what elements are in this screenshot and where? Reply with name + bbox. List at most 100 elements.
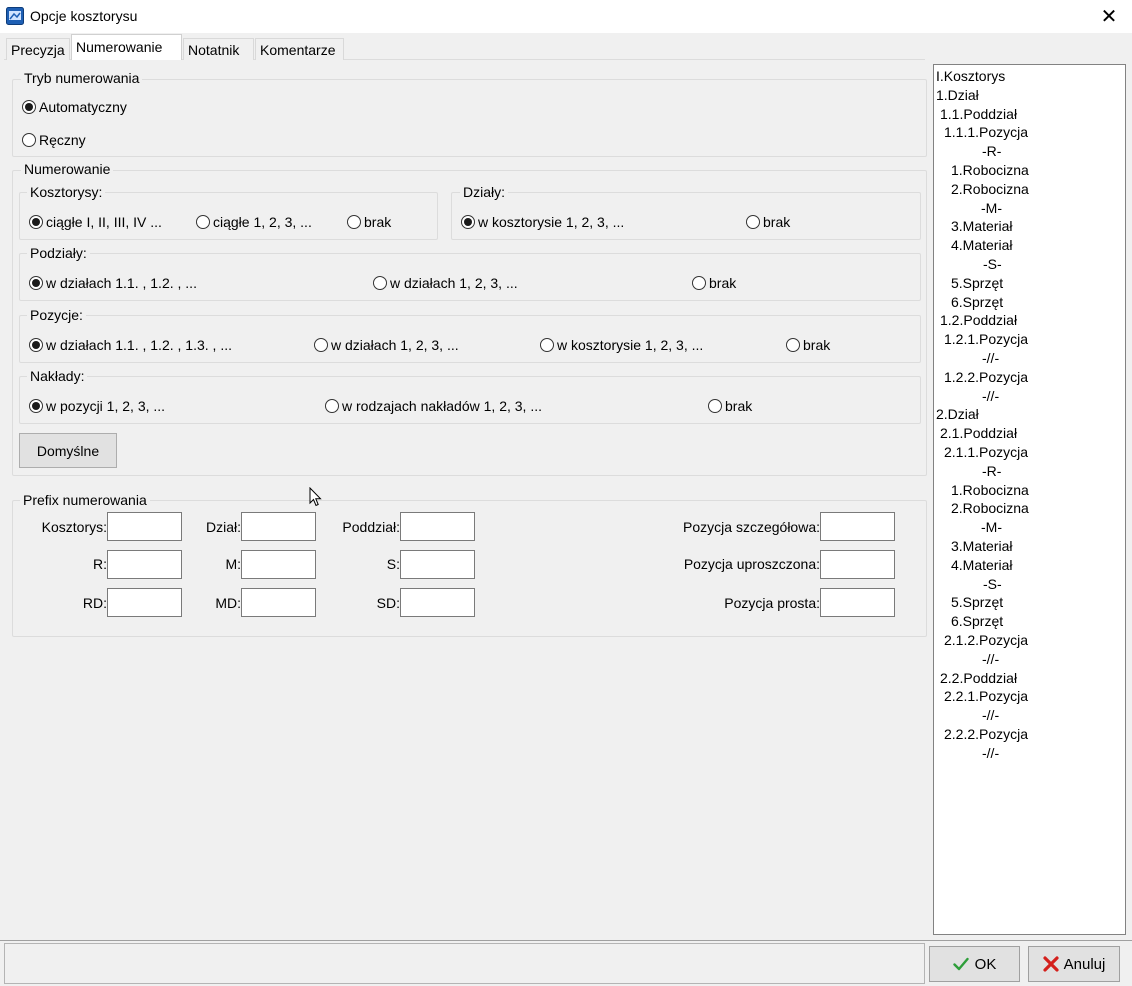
radio-automatyczny[interactable]: Automatyczny: [22, 99, 127, 115]
radio-label: w kosztorysie 1, 2, 3, ...: [478, 214, 625, 230]
prefix-poz-szczegolowa-input[interactable]: [820, 512, 895, 541]
ok-button[interactable]: OK: [929, 946, 1020, 982]
kosztorysy-label: Kosztorysy:: [27, 184, 106, 200]
prefix-r-label: R:: [93, 556, 107, 572]
mode-group-label: Tryb numerowania: [21, 70, 143, 86]
tree-line: 2.2.2.Pozycja: [944, 726, 1029, 742]
radio-dot: [29, 399, 43, 413]
tree-line: 1.1.Poddział: [940, 105, 1018, 122]
radio-dot: [29, 338, 43, 352]
prefix-poz-uproszczona-input[interactable]: [820, 550, 895, 579]
radio-dot: [325, 399, 339, 413]
tree-line: -//-: [982, 707, 1000, 724]
radio-pozycje-hierarchiczne[interactable]: w działach 1.1. , 1.2. , 1.3. , ...: [29, 337, 232, 353]
window-title: Opcje kosztorysu: [30, 8, 138, 24]
prefix-group-label: Prefix numerowania: [20, 492, 150, 508]
radio-label: ciągłe 1, 2, 3, ...: [213, 214, 312, 230]
app-icon: [6, 7, 24, 25]
status-area: [4, 943, 925, 984]
prefix-kosztorys-input[interactable]: [107, 512, 182, 541]
radio-label: brak: [803, 337, 831, 353]
prefix-sd-label: SD:: [376, 595, 400, 611]
radio-dot: [540, 338, 554, 352]
title-bar: [0, 0, 1132, 33]
radio-poddzialy-ciagle[interactable]: w działach 1, 2, 3, ...: [373, 275, 518, 291]
radio-label: w działach 1, 2, 3, ...: [331, 337, 459, 353]
tab-label: Komentarze: [260, 42, 336, 58]
tree-line: 1.Dział: [936, 86, 979, 103]
tree-line: -M-: [981, 199, 1002, 216]
prefix-dzial-input[interactable]: [241, 512, 316, 541]
radio-label: w pozycji 1, 2, 3, ...: [46, 398, 166, 414]
radio-dot: [347, 215, 361, 229]
radio-dzialy-w-kosztorysie[interactable]: w kosztorysie 1, 2, 3, ...: [461, 214, 624, 230]
radio-label: w działach 1, 2, 3, ...: [390, 275, 518, 291]
numbering-preview-panel: I.Kosztorys 1.Dział 1.1.Poddział 1.1.1.P…: [933, 64, 1126, 935]
tab-komentarze[interactable]: Komentarze: [255, 38, 344, 60]
radio-dot: [461, 215, 475, 229]
tree-line: 5.Sprzęt: [951, 274, 1004, 291]
mode-group: [12, 79, 927, 157]
prefix-poddzial-input[interactable]: [400, 512, 475, 541]
cancel-button[interactable]: Anuluj: [1028, 946, 1120, 982]
radio-pozycje-brak[interactable]: brak: [786, 337, 830, 353]
prefix-poddzial-label: Poddział:: [342, 519, 400, 535]
prefix-sd-input[interactable]: [400, 588, 475, 617]
radio-naklady-w-pozycji[interactable]: w pozycji 1, 2, 3, ...: [29, 398, 165, 414]
prefix-s-input[interactable]: [400, 550, 475, 579]
tree-line: 1.Robocizna: [951, 162, 1029, 178]
default-button[interactable]: Domyślne: [19, 433, 117, 468]
tree-line: 4.Materiał: [951, 237, 1013, 254]
poddzialy-label: Podziały:: [27, 245, 90, 261]
close-icon[interactable]: ✕: [1097, 5, 1121, 29]
numbering-group-label: Numerowanie: [21, 161, 114, 177]
footer-separator: [0, 940, 1132, 941]
radio-naklady-w-rodzajach[interactable]: w rodzajach nakładów 1, 2, 3, ...: [325, 398, 542, 414]
radio-kosztorysy-brak[interactable]: brak: [347, 214, 391, 230]
tree-line: 2.1.2.Pozycja: [944, 632, 1029, 648]
tab-label: Numerowanie: [76, 39, 163, 55]
radio-dzialy-brak[interactable]: brak: [746, 214, 790, 230]
tree-line: 5.Sprzęt: [951, 594, 1004, 611]
radio-poddzialy-hierarchiczne[interactable]: w działach 1.1. , 1.2. , ...: [29, 275, 197, 291]
prefix-rd-input[interactable]: [107, 588, 182, 617]
radio-pozycje-w-dzialach[interactable]: w działach 1, 2, 3, ...: [314, 337, 459, 353]
tree-line: -//-: [982, 650, 1000, 667]
tree-line: 1.Robocizna: [951, 481, 1029, 498]
tree-line: 2.Dział: [936, 406, 979, 423]
prefix-md-input[interactable]: [241, 588, 316, 617]
tree-line: 2.1.1.Pozycja: [944, 444, 1029, 460]
radio-kosztorysy-ciagle-arabskie[interactable]: ciągłe 1, 2, 3, ...: [196, 214, 312, 230]
mouse-cursor-icon: [309, 486, 322, 510]
prefix-rd-label: RD:: [82, 595, 107, 611]
tree-line: 6.Sprzęt: [951, 613, 1004, 630]
radio-label: w działach 1.1. , 1.2. , 1.3. , ...: [46, 337, 232, 353]
radio-dot: [29, 215, 43, 229]
prefix-s-label: S:: [386, 556, 400, 572]
prefix-m-label: M:: [225, 556, 241, 572]
prefix-dzial-label: Dział:: [205, 519, 241, 535]
tree-line: -//-: [982, 350, 1000, 366]
radio-dot: [22, 100, 36, 114]
tree-line: 1.1.1.Pozycja: [944, 124, 1029, 141]
tree-line: -M-: [981, 519, 1002, 536]
radio-kosztorysy-ciagle-rzymskie[interactable]: ciągłe I, II, III, IV ...: [29, 214, 162, 230]
radio-naklady-brak[interactable]: brak: [708, 398, 752, 414]
naklady-label: Nakłady:: [27, 368, 88, 384]
tab-numerowanie[interactable]: Numerowanie: [71, 34, 182, 61]
prefix-kosztorys-label: Kosztorys:: [41, 519, 107, 535]
radio-pozycje-w-kosztorysie[interactable]: w kosztorysie 1, 2, 3, ...: [540, 337, 703, 353]
radio-dot: [692, 276, 706, 290]
tab-notatnik[interactable]: Notatnik: [183, 38, 254, 60]
tab-precyzja[interactable]: Precyzja: [6, 38, 70, 60]
radio-poddzialy-brak[interactable]: brak: [692, 275, 736, 291]
prefix-poz-prosta-input[interactable]: [820, 588, 895, 617]
pozycje-label: Pozycje:: [27, 307, 86, 323]
tree-line: 2.Robocizna: [951, 180, 1029, 197]
radio-label: w rodzajach nakładów 1, 2, 3, ...: [342, 398, 542, 414]
prefix-m-input[interactable]: [241, 550, 316, 579]
prefix-r-input[interactable]: [107, 550, 182, 579]
tree-line: -S-: [983, 256, 1002, 272]
x-icon: [1043, 956, 1059, 972]
radio-reczny[interactable]: Ręczny: [22, 132, 86, 148]
